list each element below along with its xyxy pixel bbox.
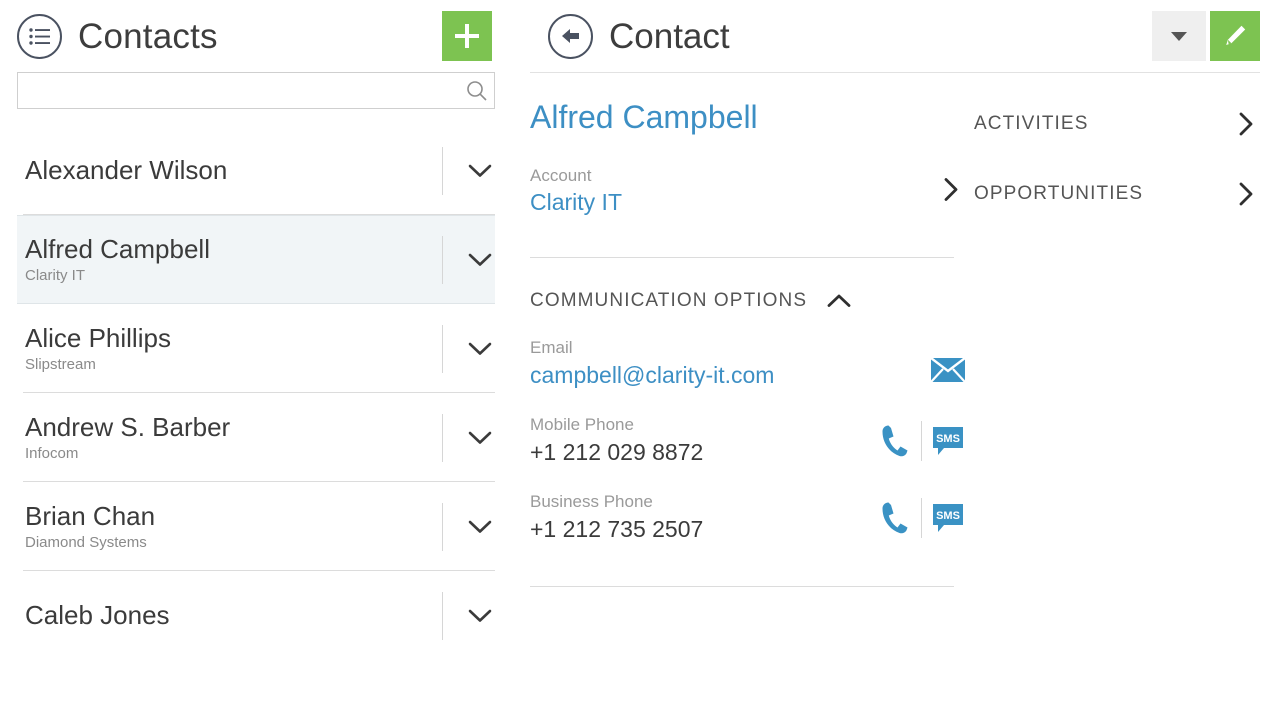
contact-company: Diamond Systems bbox=[25, 534, 147, 552]
chevron-right-icon[interactable] bbox=[943, 176, 959, 207]
plus-icon bbox=[455, 24, 479, 48]
back-arrow-circle-icon[interactable] bbox=[548, 13, 593, 59]
contact-detail-pane: Contact Alfred Campbell Account Clarity … bbox=[512, 0, 1280, 720]
list-item[interactable]: Andrew S. Barber Infocom bbox=[17, 393, 495, 482]
more-actions-dropdown-button[interactable] bbox=[1152, 11, 1206, 61]
search-input[interactable] bbox=[18, 73, 460, 108]
side-link-opportunities[interactable]: OPPORTUNITIES bbox=[974, 173, 1254, 215]
contact-company: Infocom bbox=[25, 445, 79, 463]
list-item[interactable]: Alice Phillips Slipstream bbox=[17, 304, 495, 393]
chevron-down-icon[interactable] bbox=[465, 342, 495, 356]
sms-icon[interactable]: SMS bbox=[922, 501, 974, 535]
chevron-down-icon[interactable] bbox=[465, 609, 495, 623]
chevron-right-icon[interactable] bbox=[1238, 181, 1254, 207]
chevron-down-icon[interactable] bbox=[465, 520, 495, 534]
chevron-down-icon bbox=[1171, 31, 1187, 41]
contact-company: Slipstream bbox=[25, 356, 96, 374]
email-actions bbox=[922, 358, 974, 383]
svg-text:SMS: SMS bbox=[936, 433, 960, 445]
section-divider bbox=[530, 585, 954, 587]
add-contact-button[interactable] bbox=[442, 11, 492, 61]
page-title: Contacts bbox=[78, 16, 218, 56]
side-link-activities[interactable]: ACTIVITIES bbox=[974, 103, 1254, 145]
row-separator bbox=[442, 591, 443, 640]
section-divider bbox=[530, 257, 954, 259]
row-separator bbox=[442, 502, 443, 551]
contacts-list-pane: Contacts Alexander Wilson Alfred Campbel… bbox=[0, 0, 512, 720]
row-separator bbox=[442, 146, 443, 195]
contact-text: Andrew S. Barber Infocom bbox=[17, 411, 442, 463]
communication-options-label: COMMUNICATION OPTIONS bbox=[530, 290, 808, 312]
business-phone-row: Business Phone +1 212 735 2507 SMS bbox=[530, 492, 974, 543]
email-value[interactable]: campbell@clarity-it.com bbox=[530, 361, 774, 390]
list-circle-icon[interactable] bbox=[17, 13, 62, 59]
phone-icon[interactable] bbox=[869, 501, 921, 535]
communication-options-header[interactable]: COMMUNICATION OPTIONS bbox=[530, 290, 851, 312]
chevron-down-icon[interactable] bbox=[465, 431, 495, 445]
mobile-phone-actions: SMS bbox=[869, 420, 974, 461]
svg-text:SMS: SMS bbox=[936, 510, 960, 522]
detail-page-title: Contact bbox=[609, 16, 730, 56]
account-label: Account bbox=[530, 166, 592, 185]
contact-name: Andrew S. Barber bbox=[25, 411, 231, 442]
chevron-down-icon[interactable] bbox=[465, 253, 495, 267]
contact-name: Alfred Campbell bbox=[25, 233, 210, 264]
contacts-list: Alexander Wilson Alfred Campbell Clarity… bbox=[0, 126, 512, 660]
pencil-icon bbox=[1226, 25, 1246, 45]
side-link-label: ACTIVITIES bbox=[974, 113, 1089, 134]
chevron-right-icon[interactable] bbox=[1238, 111, 1254, 137]
contact-text: Alfred Campbell Clarity IT bbox=[17, 233, 442, 285]
contact-name: Caleb Jones bbox=[25, 599, 170, 630]
edit-contact-button[interactable] bbox=[1210, 11, 1260, 61]
contact-text: Caleb Jones bbox=[17, 599, 442, 631]
contact-name: Alice Phillips bbox=[25, 322, 171, 353]
email-label: Email bbox=[530, 338, 573, 358]
list-item[interactable]: Caleb Jones bbox=[17, 571, 495, 660]
contact-person-name[interactable]: Alfred Campbell bbox=[530, 101, 758, 133]
contact-name: Alexander Wilson bbox=[25, 154, 228, 185]
row-separator bbox=[442, 413, 443, 462]
envelope-icon[interactable] bbox=[922, 358, 974, 383]
chevron-down-icon[interactable] bbox=[465, 164, 495, 178]
mobile-phone-row: Mobile Phone +1 212 029 8872 SMS bbox=[530, 415, 974, 466]
business-phone-actions: SMS bbox=[869, 497, 974, 538]
search-icon[interactable] bbox=[460, 80, 494, 102]
contact-text: Alice Phillips Slipstream bbox=[17, 322, 442, 374]
contact-detail-body: Alfred Campbell Account Clarity IT COMMU… bbox=[512, 73, 1280, 587]
account-field[interactable]: Account Clarity IT bbox=[530, 166, 974, 217]
list-item[interactable]: Brian Chan Diamond Systems bbox=[17, 482, 495, 571]
contact-detail-side: ACTIVITIES OPPORTUNITIES bbox=[974, 73, 1280, 587]
phone-icon[interactable] bbox=[869, 424, 921, 458]
contacts-list-header: Contacts bbox=[0, 0, 512, 72]
email-row: Email campbell@clarity-it.com bbox=[530, 338, 974, 389]
header-actions bbox=[1152, 11, 1260, 61]
account-value[interactable]: Clarity IT bbox=[530, 188, 622, 217]
side-link-label: OPPORTUNITIES bbox=[974, 183, 1144, 204]
list-item[interactable]: Alexander Wilson bbox=[17, 126, 495, 215]
chevron-up-icon[interactable] bbox=[827, 294, 851, 308]
contact-detail-header: Contact bbox=[530, 0, 1260, 73]
row-separator bbox=[442, 324, 443, 373]
contact-company: Clarity IT bbox=[25, 267, 85, 285]
list-item[interactable]: Alfred Campbell Clarity IT bbox=[17, 215, 495, 304]
contact-name: Brian Chan bbox=[25, 500, 156, 531]
contact-detail-main: Alfred Campbell Account Clarity IT COMMU… bbox=[512, 73, 974, 587]
contact-text: Alexander Wilson bbox=[17, 154, 442, 186]
search-box[interactable] bbox=[17, 72, 495, 109]
row-separator bbox=[442, 235, 443, 284]
contacts-app: Contacts Alexander Wilson Alfred Campbel… bbox=[0, 0, 1280, 720]
sms-icon[interactable]: SMS bbox=[922, 424, 974, 458]
contact-text: Brian Chan Diamond Systems bbox=[17, 500, 442, 552]
